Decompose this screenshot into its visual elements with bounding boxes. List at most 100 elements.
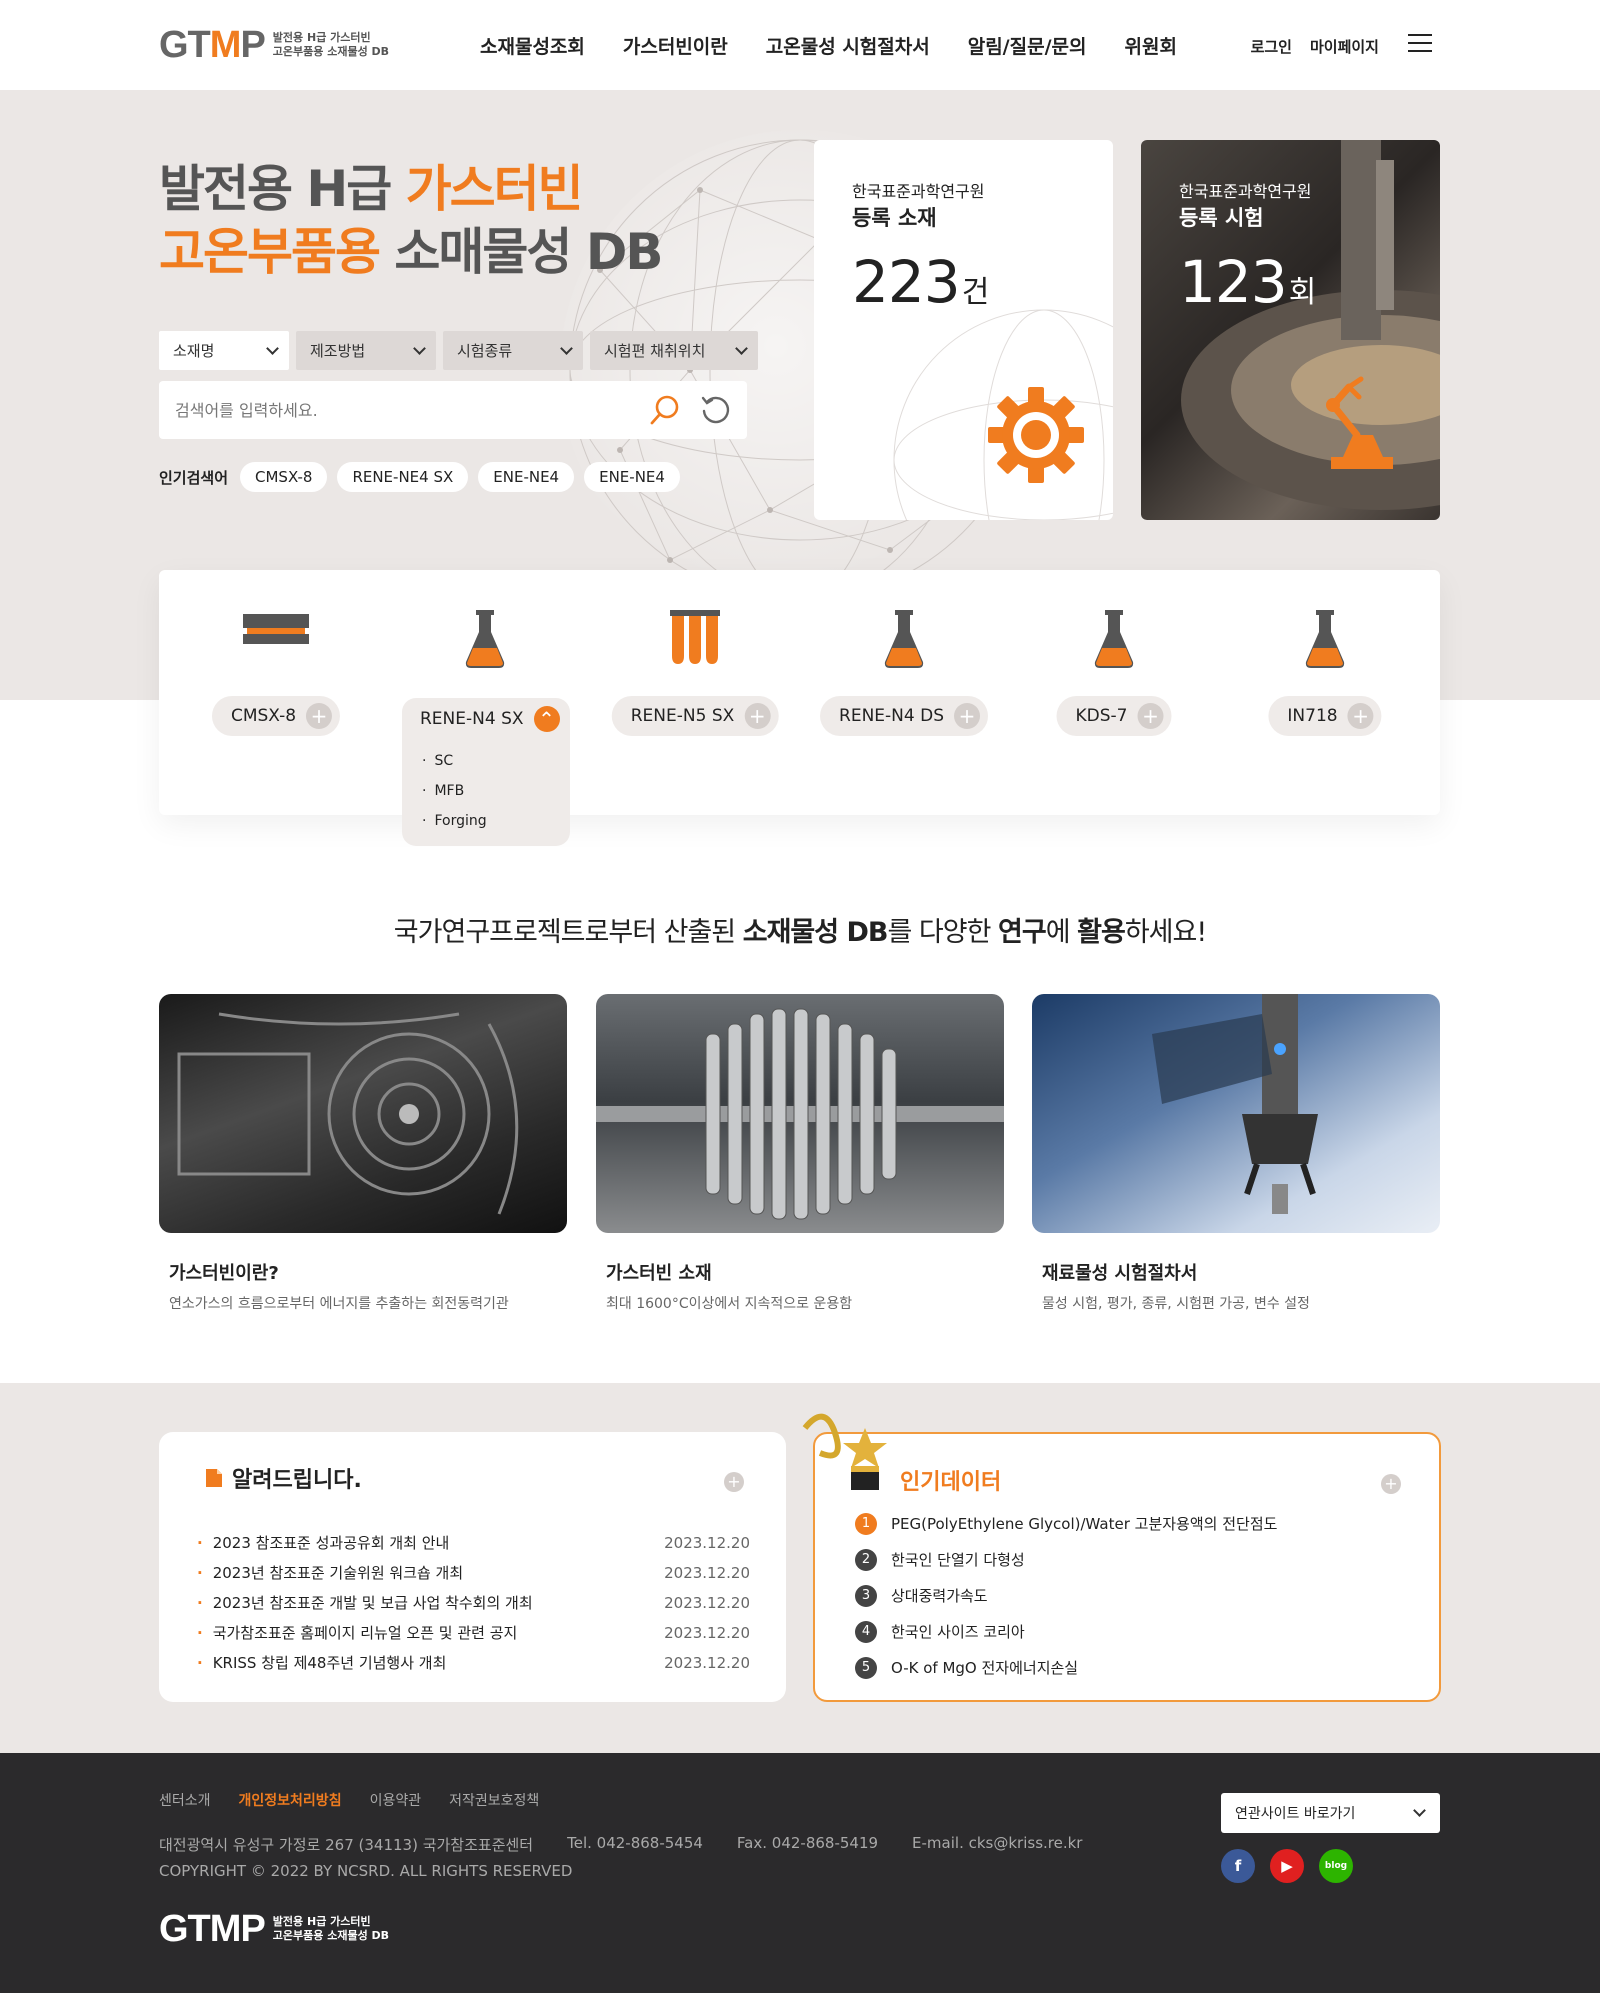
material-button[interactable]: IN718 + xyxy=(1268,696,1382,736)
material-button[interactable]: RENE-N4 DS + xyxy=(820,696,988,736)
notice-more-button[interactable]: + xyxy=(724,1472,744,1492)
notice-list: 2023 참조표준 성과공유회 개최 안내2023.12.20 2023년 참조… xyxy=(197,1528,750,1678)
material-button[interactable]: CMSX-8 + xyxy=(211,696,341,736)
material-option[interactable]: Forging xyxy=(422,806,486,836)
notice-item[interactable]: 국가참조표준 홈페이지 리뉴얼 오픈 및 관련 공지2023.12.20 xyxy=(197,1618,750,1648)
rank-badge: 2 xyxy=(855,1549,877,1571)
stat-title: 등록 시험 xyxy=(1179,206,1264,230)
info-card[interactable]: 재료물성 시험절차서 물성 시험, 평가, 종류, 시험편 가공, 변수 설정 xyxy=(1032,994,1440,1312)
hero-title: 발전용 H급 가스터빈 고온부품용 소매물성 DB xyxy=(159,160,663,281)
reset-icon[interactable] xyxy=(699,394,731,426)
popular-data-item[interactable]: 3 상대중력가속도 xyxy=(855,1578,1277,1614)
notice-item[interactable]: 2023년 참조표준 기술위원 워크숍 개최2023.12.20 xyxy=(197,1558,750,1588)
notice-item[interactable]: 2023년 참조표준 개발 및 보급 사업 착수회의 개최2023.12.20 xyxy=(197,1588,750,1618)
search-input[interactable] xyxy=(175,395,635,425)
popular-data-item[interactable]: 2 한국인 단열기 다형성 xyxy=(855,1542,1277,1578)
stat-card-tests[interactable]: 한국표준과학연구원 등록 시험 123회 xyxy=(1141,140,1440,520)
test-tubes-icon xyxy=(670,610,720,664)
filter-material-name[interactable]: 소재명 xyxy=(159,331,289,370)
material-option[interactable]: MFB xyxy=(422,776,487,806)
notice-item[interactable]: KRISS 창립 제48주년 기념행사 개최2023.12.20 xyxy=(197,1648,750,1678)
popular-data-item[interactable]: 4 한국인 사이즈 코리아 xyxy=(855,1614,1277,1650)
footer-link-copyright-policy[interactable]: 저작권보호정책 xyxy=(449,1790,539,1810)
card-description: 연소가스의 흐름으로부터 에너지를 추출하는 회전동력기관 xyxy=(169,1296,509,1312)
chevron-down-icon xyxy=(735,341,748,355)
stat-card-materials[interactable]: 한국표준과학연구원 등록 소재 223건 xyxy=(814,140,1113,520)
filter-test-type[interactable]: 시험종류 xyxy=(443,331,583,370)
popular-search-label: 인기검색어 xyxy=(159,468,229,487)
rotor-graphic xyxy=(596,1008,1004,1220)
logo-mark: GTMP xyxy=(159,24,266,66)
search-icon[interactable] xyxy=(649,394,681,426)
footer-address: 대전광역시 유성구 가정로 267 (34113) 국가참조표준센터 Tel. … xyxy=(159,1834,1083,1854)
plate-icon xyxy=(243,614,309,644)
footer-link-privacy[interactable]: 개인정보처리방침 xyxy=(239,1790,342,1810)
nav-item-gas-turbine[interactable]: 가스터빈이란 xyxy=(623,32,728,59)
info-card[interactable]: 가스터빈 소재 최대 1600°C이상에서 지속적으로 운용함 xyxy=(596,994,1004,1312)
search-box xyxy=(159,381,747,439)
popular-data-title: 인기데이터 xyxy=(900,1470,1002,1495)
popular-data-item[interactable]: 1 PEG(PolyEthylene Glycol)/Water 고분자용액의 전… xyxy=(855,1506,1277,1542)
filter-specimen-location[interactable]: 시험편 채취위치 xyxy=(590,331,758,370)
stat-number: 123회 xyxy=(1179,248,1316,316)
main-nav: 소재물성조회 가스터빈이란 고온물성 시험절차서 알림/질문/문의 위원회 xyxy=(480,32,1177,59)
notice-board: 알려드립니다. + 2023 참조표준 성과공유회 개최 안내2023.12.2… xyxy=(159,1432,786,1702)
popular-data-board: 인기데이터 + 1 PEG(PolyEthylene Glycol)/Water … xyxy=(802,1413,1441,1702)
hamburger-icon[interactable] xyxy=(1408,34,1432,54)
rank-badge: 5 xyxy=(855,1657,877,1679)
stat-title: 등록 소재 xyxy=(852,206,937,230)
flask-icon xyxy=(1305,610,1345,668)
popular-tag[interactable]: RENE-NE4 SX xyxy=(337,462,469,492)
logo-subtitle: 발전용 H급 가스터빈 고온부품용 소재물성 DB xyxy=(272,31,390,58)
chevron-down-icon xyxy=(1413,1804,1426,1817)
nav-item-notice-qna[interactable]: 알림/질문/문의 xyxy=(968,32,1087,59)
blog-icon[interactable]: blog xyxy=(1319,1849,1353,1883)
materials-panel: CMSX-8+ RENE-N4 SX⌃ SC MFB Forging xyxy=(159,570,1440,846)
chevron-down-icon xyxy=(560,341,573,355)
rank-badge: 3 xyxy=(855,1585,877,1607)
material-button[interactable]: RENE-N4 SX ⌃ xyxy=(420,706,560,732)
footer-link-about[interactable]: 센터소개 xyxy=(159,1790,211,1810)
footer-link-terms[interactable]: 이용약관 xyxy=(370,1790,422,1810)
gas-turbine-engine-image xyxy=(159,994,567,1233)
popular-more-button[interactable]: + xyxy=(1381,1474,1401,1494)
popular-tag[interactable]: ENE-NE4 xyxy=(584,462,680,492)
footer-logo: GTMP 발전용 H급 가스터빈 고온부품용 소재물성 DB xyxy=(159,1908,390,1950)
filter-manufacturing-method[interactable]: 제조방법 xyxy=(296,331,436,370)
material-option[interactable]: SC xyxy=(422,746,487,776)
material-dropdown-expanded: RENE-N4 SX⌃ SC MFB Forging xyxy=(402,698,570,846)
turbine-rotor-image xyxy=(596,994,1004,1233)
nav-item-test-procedure[interactable]: 고온물성 시험절차서 xyxy=(766,32,930,59)
rank-badge: 4 xyxy=(855,1621,877,1643)
plus-icon: + xyxy=(306,703,333,729)
nav-item-committee[interactable]: 위원회 xyxy=(1124,32,1176,59)
board-section: 알려드립니다. + 2023 참조표준 성과공유회 개최 안내2023.12.2… xyxy=(0,1383,1600,1753)
mypage-link[interactable]: 마이페이지 xyxy=(1310,36,1379,57)
popular-tag[interactable]: CMSX-8 xyxy=(240,462,328,492)
material-button[interactable]: RENE-N5 SX + xyxy=(611,696,779,736)
trophy-star-icon xyxy=(802,1413,887,1490)
related-sites-select[interactable]: 연관사이트 바로가기 xyxy=(1221,1793,1440,1833)
stat-number: 223건 xyxy=(852,248,989,316)
flask-icon xyxy=(1094,610,1134,668)
chevron-down-icon xyxy=(266,341,279,355)
card-title: 가스터빈이란? xyxy=(169,1263,279,1284)
popular-tag[interactable]: ENE-NE4 xyxy=(478,462,575,492)
robot-graphic xyxy=(1152,994,1318,1214)
info-card[interactable]: 가스터빈이란? 연소가스의 흐름으로부터 에너지를 추출하는 회전동력기관 xyxy=(159,994,567,1312)
nav-item-material-search[interactable]: 소재물성조회 xyxy=(480,32,585,59)
card-description: 물성 시험, 평가, 종류, 시험편 가공, 변수 설정 xyxy=(1042,1296,1310,1312)
card-description: 최대 1600°C이상에서 지속적으로 운용함 xyxy=(606,1296,853,1312)
material-button[interactable]: KDS-7 + xyxy=(1056,696,1172,736)
popular-data-item[interactable]: 5 O-K of MgO 전자에너지손실 xyxy=(855,1650,1277,1686)
login-link[interactable]: 로그인 xyxy=(1251,36,1292,57)
popular-data-list: 1 PEG(PolyEthylene Glycol)/Water 고분자용액의 전… xyxy=(855,1506,1277,1686)
youtube-icon[interactable]: ▶ xyxy=(1270,1849,1304,1883)
rank-badge: 1 xyxy=(855,1513,877,1535)
chevron-up-icon[interactable]: ⌃ xyxy=(533,706,560,732)
plus-icon: + xyxy=(953,703,980,729)
facebook-icon[interactable]: f xyxy=(1221,1849,1255,1883)
site-logo[interactable]: GTMP 발전용 H급 가스터빈 고온부품용 소재물성 DB xyxy=(159,26,389,64)
notice-item[interactable]: 2023 참조표준 성과공유회 개최 안내2023.12.20 xyxy=(197,1528,750,1558)
plus-icon: + xyxy=(744,703,771,729)
